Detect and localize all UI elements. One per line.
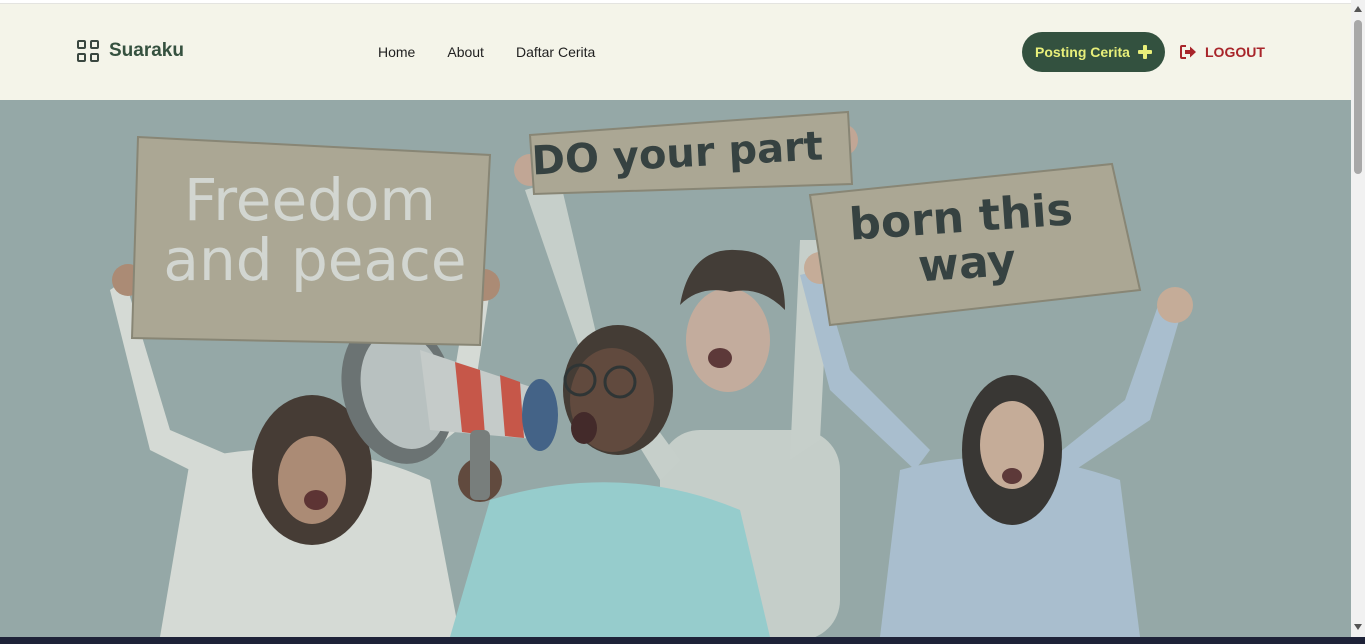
plus-icon bbox=[1137, 45, 1152, 59]
nav-links: Home About Daftar Cerita bbox=[378, 44, 595, 60]
scroll-up-arrow-icon[interactable] bbox=[1354, 6, 1362, 12]
posting-cerita-label: Posting Cerita bbox=[1035, 44, 1130, 60]
sign-out-icon bbox=[1180, 45, 1196, 59]
nav-home[interactable]: Home bbox=[378, 44, 415, 60]
nav-daftar-cerita[interactable]: Daftar Cerita bbox=[516, 44, 595, 60]
brand-name: Suaraku bbox=[109, 40, 184, 61]
posting-cerita-button[interactable]: Posting Cerita bbox=[1022, 32, 1165, 72]
page-scrollbar[interactable] bbox=[1351, 0, 1365, 637]
navbar: Suaraku Home About Daftar Cerita Posting… bbox=[0, 4, 1351, 100]
scroll-down-arrow-icon[interactable] bbox=[1354, 624, 1362, 630]
grid-icon bbox=[77, 40, 99, 62]
brand[interactable]: Suaraku bbox=[77, 40, 184, 62]
protest-illustration: Freedom and peace DO your part born this… bbox=[0, 100, 1351, 637]
nav-about[interactable]: About bbox=[447, 44, 484, 60]
taskbar-edge bbox=[0, 637, 1365, 644]
logout-button[interactable]: LOGOUT bbox=[1180, 44, 1265, 60]
scroll-thumb[interactable] bbox=[1354, 20, 1362, 174]
logout-label: LOGOUT bbox=[1205, 44, 1265, 60]
hero-image: Freedom and peace DO your part born this… bbox=[0, 100, 1351, 637]
